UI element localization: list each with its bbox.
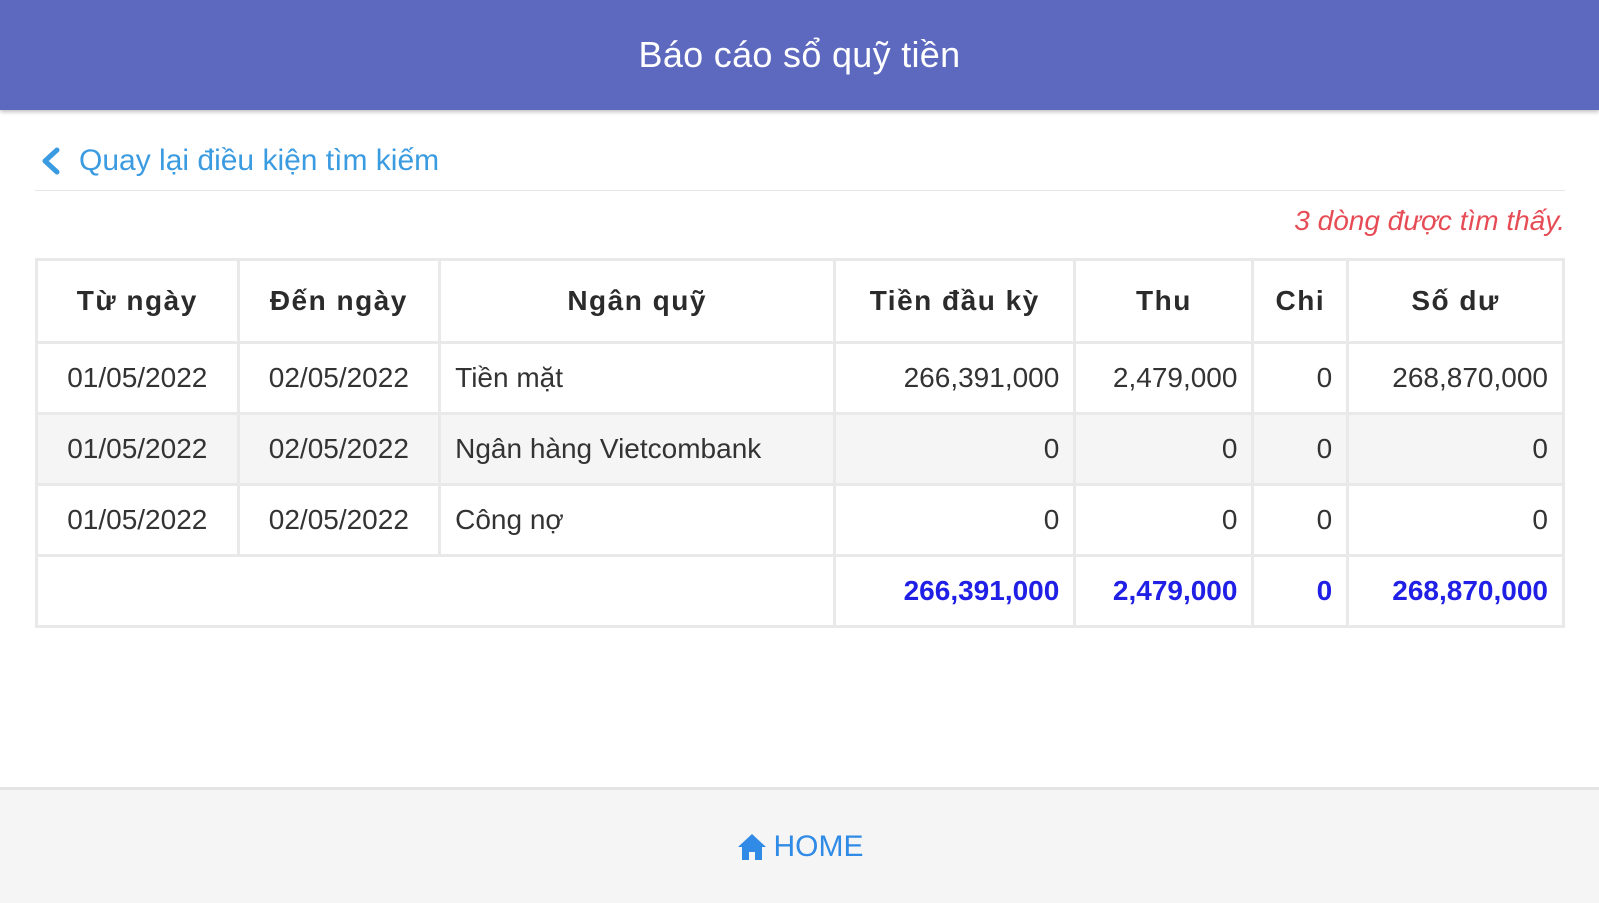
app-header: Báo cáo sổ quỹ tiền xyxy=(0,0,1599,110)
table-row: 01/05/2022 02/05/2022 Công nợ 0 0 0 0 xyxy=(35,483,1565,557)
home-label: HOME xyxy=(773,829,864,863)
cell-expense: 0 xyxy=(1251,412,1350,486)
cell-from-date: 01/05/2022 xyxy=(35,412,240,486)
report-table: Từ ngày Đến ngày Ngân quỹ Tiền đầu kỳ Th… xyxy=(34,258,1565,628)
total-expense: 0 xyxy=(1251,554,1350,628)
column-header-opening-balance: Tiền đầu kỳ xyxy=(833,258,1077,344)
cell-to-date: 02/05/2022 xyxy=(236,412,442,486)
cell-fund: Ngân hàng Vietcombank xyxy=(438,412,837,486)
page-title: Báo cáo sổ quỹ tiền xyxy=(638,34,961,75)
cell-fund: Tiền mặt xyxy=(438,341,837,415)
cell-opening-balance: 266,391,000 xyxy=(833,341,1077,415)
cell-from-date: 01/05/2022 xyxy=(35,483,240,557)
cell-income: 2,479,000 xyxy=(1073,341,1255,415)
chevron-left-icon xyxy=(42,147,60,175)
cell-opening-balance: 0 xyxy=(833,412,1077,486)
total-opening-balance: 266,391,000 xyxy=(833,554,1077,628)
table-header-row: Từ ngày Đến ngày Ngân quỹ Tiền đầu kỳ Th… xyxy=(35,258,1565,344)
totals-label-cell xyxy=(34,554,837,628)
cell-from-date: 01/05/2022 xyxy=(35,341,240,415)
column-header-income: Thu xyxy=(1073,258,1255,344)
column-header-from-date: Từ ngày xyxy=(35,258,240,344)
home-button[interactable]: HOME xyxy=(736,830,864,864)
column-header-fund: Ngân quỹ xyxy=(438,258,837,344)
cell-expense: 0 xyxy=(1251,483,1350,557)
total-income: 2,479,000 xyxy=(1073,554,1255,628)
table-row: 01/05/2022 02/05/2022 Ngân hàng Vietcomb… xyxy=(35,412,1565,486)
table-row: 01/05/2022 02/05/2022 Tiền mặt 266,391,0… xyxy=(35,341,1565,415)
cell-balance: 268,870,000 xyxy=(1346,341,1565,415)
column-header-balance: Số dư xyxy=(1346,258,1565,344)
cell-income: 0 xyxy=(1073,483,1255,557)
cell-expense: 0 xyxy=(1251,341,1350,415)
footer-bar: HOME xyxy=(0,787,1599,903)
total-balance: 268,870,000 xyxy=(1346,554,1565,628)
cell-balance: 0 xyxy=(1346,483,1565,557)
cell-to-date: 02/05/2022 xyxy=(236,341,442,415)
back-link-label: Quay lại điều kiện tìm kiếm xyxy=(79,144,440,177)
cell-balance: 0 xyxy=(1346,412,1565,486)
cell-income: 0 xyxy=(1073,412,1255,486)
cell-opening-balance: 0 xyxy=(833,483,1077,557)
home-icon xyxy=(737,833,766,860)
totals-row: 266,391,000 2,479,000 0 268,870,000 xyxy=(34,554,1565,628)
column-header-to-date: Đến ngày xyxy=(236,258,442,344)
cell-to-date: 02/05/2022 xyxy=(236,483,442,557)
back-to-search-link[interactable]: Quay lại điều kiện tìm kiếm xyxy=(35,132,1565,191)
cell-fund: Công nợ xyxy=(438,483,837,557)
column-header-expense: Chi xyxy=(1251,258,1350,344)
result-count-text: 3 dòng được tìm thấy. xyxy=(1294,205,1565,236)
